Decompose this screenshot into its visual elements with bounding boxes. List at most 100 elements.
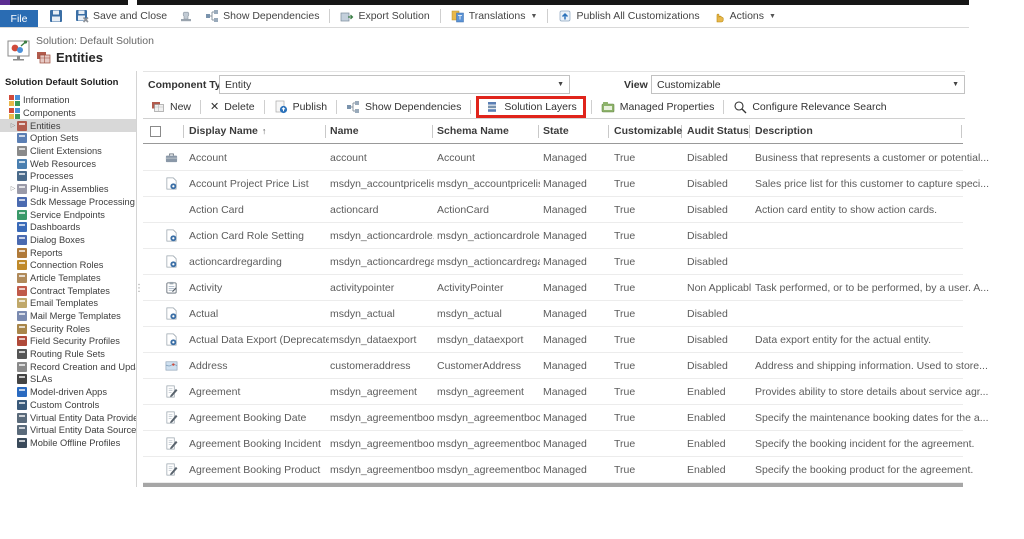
entity-type-icon	[165, 463, 178, 476]
cell-schema-name: ActivityPointer	[437, 282, 504, 294]
select-all-checkbox[interactable]	[150, 126, 161, 137]
cell-description: Data export entity for the actual entity…	[755, 334, 932, 346]
separator	[336, 100, 338, 114]
stamp-button[interactable]	[174, 7, 198, 25]
sidebar-title: Solution Default Solution	[5, 77, 119, 88]
column-header-name[interactable]: Name	[330, 125, 359, 137]
column-header-customizable[interactable]: Customizable	[614, 125, 682, 137]
tree-item-icon	[17, 133, 27, 144]
delete-button[interactable]: ✕ Delete	[204, 99, 261, 115]
sidebar-item-entities[interactable]: ▷ Entities	[0, 119, 136, 133]
grid-toolbar: New ✕ Delete Publish Show Dependencies Soluti…	[143, 96, 965, 119]
horizontal-scrollbar[interactable]	[143, 483, 963, 487]
view-dropdown[interactable]: Customizable ▼	[651, 75, 965, 94]
tree-item-icon	[17, 298, 27, 309]
cell-audit-status: Enabled	[687, 438, 726, 450]
expander-icon[interactable]: ▷	[9, 185, 17, 193]
column-header-description[interactable]: Description	[755, 125, 813, 137]
sidebar-item-plug-in-assemblies[interactable]: ▷ Plug-in Assemblies	[0, 183, 136, 196]
chevron-down-icon: ▼	[769, 12, 776, 20]
sidebar-item-option-sets[interactable]: Option Sets	[0, 132, 136, 145]
sidebar-item-dashboards[interactable]: Dashboards	[0, 221, 136, 234]
column-header-audit-status[interactable]: Audit Status	[687, 125, 749, 137]
configure-relevance-search-button[interactable]: Configure Relevance Search	[727, 98, 892, 116]
toolbar-item-label: Save and Close	[93, 10, 168, 22]
sidebar-item-slas[interactable]: SLAs	[0, 373, 136, 386]
column-header-state[interactable]: State	[543, 125, 569, 137]
sidebar-item-label: SLAs	[30, 374, 53, 385]
sidebar-item-processes[interactable]: Processes	[0, 170, 136, 183]
table-row[interactable]: Agreement Booking Date msdyn_agreementboo…	[143, 405, 988, 431]
sidebar-item-email-templates[interactable]: Email Templates	[0, 297, 136, 310]
publish-button[interactable]: Publish	[268, 98, 333, 116]
sidebar-item-label: Sdk Message Processing St...	[30, 196, 136, 207]
table-row[interactable]: Account account Account Managed True Disabled…	[143, 145, 989, 171]
sidebar-item-sdk-message-processing-st[interactable]: Sdk Message Processing St...	[0, 196, 136, 209]
sidebar-item-field-security-profiles[interactable]: Field Security Profiles	[0, 335, 136, 348]
sidebar-item-label: Security Roles	[30, 323, 90, 334]
component-type-dropdown[interactable]: Entity ▼	[219, 75, 570, 94]
column-header-display-name[interactable]: Display Name ↑	[189, 125, 266, 137]
table-row[interactable]: Action Card actioncard ActionCard Managed Tr…	[143, 197, 963, 223]
sidebar-item-information[interactable]: Information	[0, 94, 136, 107]
table-row[interactable]: Activity activitypointer ActivityPointer Ma…	[143, 275, 989, 301]
actions-menu[interactable]: Actions ▼	[707, 7, 781, 25]
export-solution-button[interactable]: Export Solution	[335, 7, 434, 25]
show-dependencies-button[interactable]: Show Dependencies	[200, 7, 324, 25]
table-row[interactable]: Actual Data Export (Deprecated) msdyn_dat…	[143, 327, 963, 353]
table-row[interactable]: Account Project Price List msdyn_accountp…	[143, 171, 989, 197]
entity-type-icon	[165, 151, 178, 164]
table-row[interactable]: actioncardregarding msdyn_actioncardrega.…	[143, 249, 963, 275]
sidebar-item-security-roles[interactable]: Security Roles	[0, 322, 136, 335]
sidebar-item-custom-controls[interactable]: Custom Controls	[0, 399, 136, 412]
sidebar-item-routing-rule-sets[interactable]: Routing Rule Sets	[0, 348, 136, 361]
cell-schema-name: msdyn_actual	[437, 308, 502, 320]
table-row[interactable]: Actual msdyn_actual msdyn_actual Managed Tru…	[143, 301, 963, 327]
cell-name: msdyn_accountpricelist	[330, 178, 434, 190]
sidebar-item-label: Article Templates	[30, 272, 101, 283]
sidebar-item-virtual-entity-data-providers[interactable]: Virtual Entity Data Providers	[0, 411, 136, 424]
sidebar-item-mobile-offline-profiles[interactable]: Mobile Offline Profiles	[0, 437, 136, 450]
delete-icon: ✕	[210, 100, 220, 113]
sidebar-item-reports[interactable]: Reports	[0, 246, 136, 259]
sidebar-item-model-driven-apps[interactable]: Model-driven Apps	[0, 386, 136, 399]
tree-item-icon	[17, 234, 27, 245]
sidebar-item-virtual-entity-data-sources[interactable]: Virtual Entity Data Sources	[0, 424, 136, 437]
expander-icon[interactable]: ▷	[9, 122, 17, 130]
managed-properties-button[interactable]: Managed Properties	[595, 98, 721, 116]
sidebar-item-contract-templates[interactable]: Contract Templates	[0, 284, 136, 297]
sidebar-item-service-endpoints[interactable]: Service Endpoints	[0, 208, 136, 221]
show-dependencies-grid-button[interactable]: Show Dependencies	[340, 98, 467, 116]
save-and-close-button[interactable]: Save and Close	[70, 7, 172, 25]
sidebar-item-connection-roles[interactable]: Connection Roles	[0, 259, 136, 272]
sidebar-item-label: Field Security Profiles	[30, 336, 120, 347]
sidebar-item-mail-merge-templates[interactable]: Mail Merge Templates	[0, 310, 136, 323]
cell-display-name: Agreement	[189, 386, 241, 398]
separator	[263, 100, 265, 114]
tree-item-icon	[17, 260, 27, 271]
table-row[interactable]: Agreement msdyn_agreement msdyn_agreement M…	[143, 379, 988, 405]
tree-item-icon	[17, 425, 27, 436]
solution-layers-button[interactable]: Solution Layers	[476, 96, 586, 118]
sidebar-item-client-extensions[interactable]: Client Extensions	[0, 145, 136, 158]
new-button[interactable]: New	[145, 98, 197, 116]
sidebar-item-label: Email Templates	[30, 298, 99, 309]
column-header-schema-name[interactable]: Schema Name	[437, 125, 509, 137]
table-row[interactable]: Agreement Booking Incident msdyn_agreemen…	[143, 431, 974, 457]
cell-description: Provides ability to store details about …	[755, 386, 989, 398]
sidebar-item-components[interactable]: Components	[0, 107, 136, 120]
sidebar-item-record-creation-and-upda[interactable]: Record Creation and Upda...	[0, 360, 136, 373]
publish-all-customizations-button[interactable]: Publish All Customizations	[553, 7, 704, 25]
save-button[interactable]	[44, 7, 68, 25]
translations-menu[interactable]: Translations ▼	[446, 7, 543, 25]
sidebar-item-web-resources[interactable]: Web Resources	[0, 157, 136, 170]
table-row[interactable]: Action Card Role Setting msdyn_actioncard…	[143, 223, 963, 249]
table-row[interactable]: Address customeraddress CustomerAddress Man…	[143, 353, 988, 379]
sidebar-item-dialog-boxes[interactable]: Dialog Boxes	[0, 234, 136, 247]
cell-audit-status: Disabled	[687, 230, 728, 242]
cell-audit-status: Disabled	[687, 256, 728, 268]
file-tab[interactable]: File	[0, 10, 38, 27]
table-row[interactable]: Agreement Booking Product msdyn_agreement…	[143, 457, 973, 483]
sidebar-item-article-templates[interactable]: Article Templates	[0, 272, 136, 285]
cell-state: Managed	[543, 464, 587, 476]
